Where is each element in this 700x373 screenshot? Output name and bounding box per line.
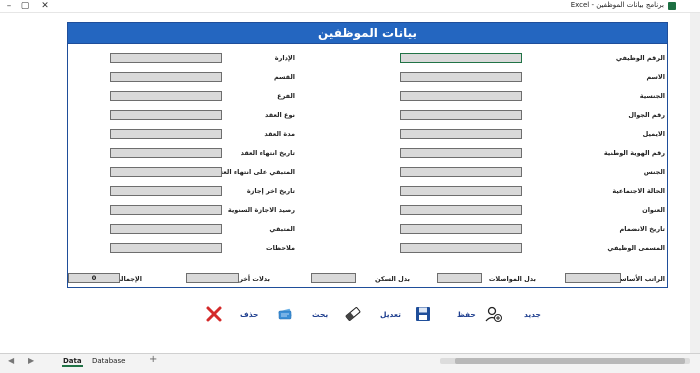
right-field-input[interactable] [400,53,522,63]
add-user-icon[interactable] [484,305,502,323]
right-field-label: الاسم [646,73,665,81]
eraser-icon[interactable] [344,305,362,323]
left-field-label: الفرع [277,92,295,100]
add-sheet-button[interactable]: + [149,354,157,365]
left-field-label: المتبقي [269,225,295,233]
basic-salary-label: الراتب الأساسي [613,275,665,283]
left-field-label: الإدارة [274,54,295,62]
left-field-input[interactable] [110,224,222,234]
left-field-input[interactable] [110,186,222,196]
right-field-input[interactable] [400,205,522,215]
right-field-input[interactable] [400,167,522,177]
other-allowances-field[interactable] [186,273,239,283]
left-field-input[interactable] [110,243,222,253]
right-field-label: الرقم الوظيفي [615,54,665,62]
right-field-input[interactable] [400,148,522,158]
right-field-input[interactable] [400,91,522,101]
minimize-button[interactable]: – [4,1,14,11]
left-field-label: تاريخ اخر إجازة [246,187,295,195]
left-field-input[interactable] [110,205,222,215]
right-field-label: العنوان [642,206,665,214]
right-field-input[interactable] [400,72,522,82]
left-field-label: نوع العقد [265,111,295,119]
left-field-input[interactable] [110,53,222,63]
left-field-input[interactable] [110,110,222,120]
tab-scroll-right-icon[interactable]: ▶ [28,356,34,365]
right-field-label: الجنس [643,168,665,176]
edit-button[interactable]: تعديل [380,310,401,319]
transport-allowance-field[interactable] [437,273,482,283]
excel-icon [668,2,676,10]
right-field-label: الحالة الاجتماعية [612,187,665,195]
housing-allowance-field[interactable] [311,273,356,283]
sheet-tab-database[interactable]: Database [92,357,125,365]
left-field-input[interactable] [110,129,222,139]
left-field-label: ملاحظات [266,244,295,252]
total-value: 0 [91,274,97,282]
left-field-label: مدة العقد [264,130,295,138]
right-field-input[interactable] [400,224,522,234]
vertical-scrollbar[interactable] [690,13,700,353]
window-title: برنامج بيانات الموظفين - Excel [570,1,664,9]
right-field-input[interactable] [400,129,522,139]
right-field-label: رقم الهوية الوطنية [603,149,665,157]
left-field-input[interactable] [110,167,222,177]
tab-scroll-left-icon[interactable]: ◀ [8,356,14,365]
right-field-label: المسمى الوظيفي [607,244,665,252]
close-window-button[interactable]: ✕ [40,1,50,11]
basic-salary-field[interactable] [565,273,621,283]
left-field-input[interactable] [110,91,222,101]
search-button[interactable]: بحث [312,310,328,319]
right-field-input[interactable] [400,243,522,253]
left-field-label: رصيد الاجازة السنوية [227,206,295,214]
restore-button[interactable]: ▢ [20,1,30,11]
save-icon[interactable] [414,305,432,323]
right-field-label: الجنسية [639,92,665,100]
left-field-input[interactable] [110,72,222,82]
sheet-tab-data[interactable]: Data [62,357,83,367]
left-field-input[interactable] [110,148,222,158]
right-field-label: رقم الجوال [628,111,665,119]
total-field[interactable]: 0 [68,273,120,283]
horizontal-scroll-thumb[interactable] [455,358,685,364]
transport-allowance-label: بدل المواصلات [488,275,536,283]
right-field-input[interactable] [400,186,522,196]
delete-x-icon[interactable] [205,305,223,323]
left-field-label: تاريخ انتهاء العقد [240,149,295,157]
new-button[interactable]: جديد [524,310,541,319]
form-title: بيانات الموظفين [318,26,417,40]
right-field-label: تاريخ الانضمام [619,225,666,233]
right-field-input[interactable] [400,110,522,120]
delete-button[interactable]: حذف [240,310,258,319]
left-field-label: القسم [273,73,295,81]
housing-allowance-label: بدل السكن [374,275,410,283]
save-button[interactable]: حفظ [457,310,476,319]
right-field-label: الايميل [642,130,665,138]
cards-icon[interactable] [276,305,294,323]
